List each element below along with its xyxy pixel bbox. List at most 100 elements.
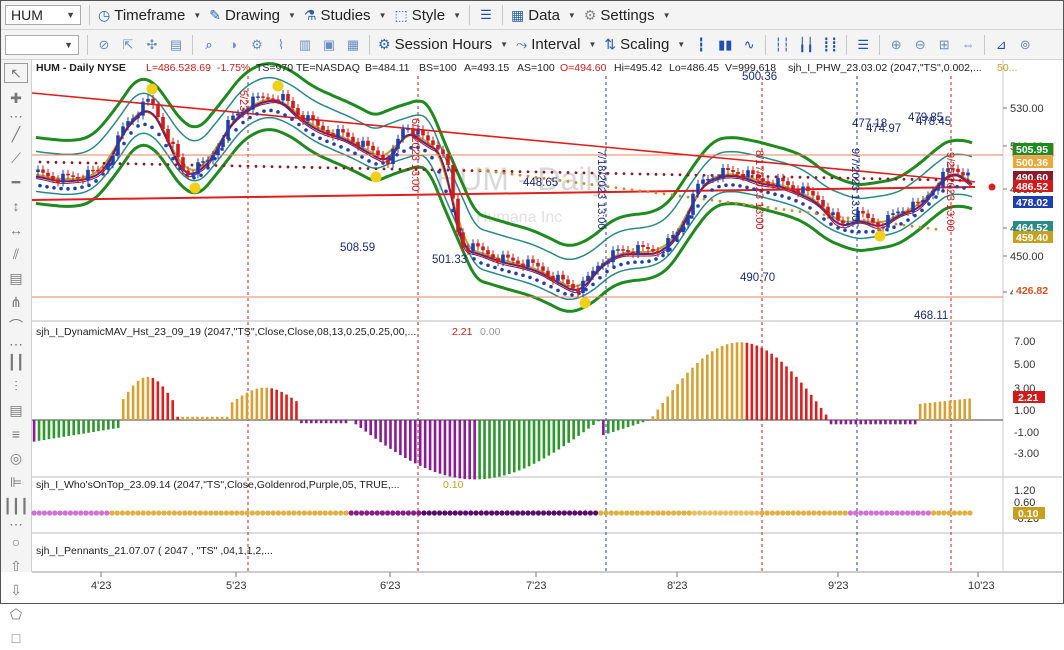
candle-body <box>186 170 190 176</box>
candle-body <box>516 260 520 264</box>
maroon-dot <box>70 161 74 165</box>
header-study-value: 50... <box>997 62 1017 74</box>
blue-dot <box>171 156 175 161</box>
maroon-dot <box>886 177 890 181</box>
whosontop-dot <box>270 510 276 516</box>
whosontop-dot <box>624 510 630 516</box>
histogram-bar <box>295 401 298 420</box>
candle-body <box>426 135 430 141</box>
whosontop-dot <box>806 510 812 516</box>
whosontop-dot <box>265 510 271 516</box>
histogram-badge: 2.21 <box>1018 392 1039 404</box>
pentagon-icon[interactable]: ⬠ <box>1 602 31 626</box>
histogram-bar <box>285 394 288 420</box>
whosontop-dot <box>951 510 958 516</box>
whosontop-dot <box>634 510 640 516</box>
histogram-bar <box>225 416 229 420</box>
whosontop-dot <box>749 510 755 516</box>
candle-body <box>236 113 240 116</box>
orange-dot <box>630 188 634 192</box>
whosontop-dot <box>130 510 136 516</box>
blue-dot <box>283 113 287 117</box>
candle-body <box>256 96 260 98</box>
candle-body <box>36 169 40 172</box>
candle-body <box>891 213 895 215</box>
candle-body <box>456 198 460 233</box>
candle-body <box>596 265 600 271</box>
histogram-bar <box>364 420 368 432</box>
histogram-bar <box>854 420 858 425</box>
blue-dot <box>241 120 245 125</box>
maroon-dot <box>526 170 530 174</box>
whosontop-dot <box>31 510 37 516</box>
whosontop-dot <box>837 510 843 516</box>
price-annotation: 501.33 <box>432 254 467 266</box>
date-label: 6/7/2023 13:00 <box>409 118 421 191</box>
whosontop-dot <box>863 510 869 516</box>
histogram-value-1: 2.21 <box>452 326 473 338</box>
blue-dot <box>724 183 728 188</box>
maroon-dot <box>102 161 106 165</box>
maroon-dot <box>862 177 866 180</box>
candle-body <box>441 149 445 154</box>
maroon-dot <box>822 176 826 180</box>
rectangle-icon[interactable]: □ <box>1 626 31 650</box>
orange-dot <box>798 210 802 214</box>
maroon-dot <box>566 171 570 174</box>
orange-dot <box>814 212 818 216</box>
whosontop-dot <box>551 510 557 516</box>
histogram-bar <box>453 420 457 478</box>
candle-body <box>361 140 365 147</box>
histogram-bar <box>354 420 358 425</box>
whosontop-dot <box>390 510 396 516</box>
orange-dot <box>910 224 914 228</box>
whosontop-dot <box>671 510 677 516</box>
candle-body <box>491 254 495 259</box>
candle-body <box>681 224 685 232</box>
candle-body <box>326 129 330 134</box>
histogram-bar <box>310 420 313 424</box>
maroon-dot <box>86 161 90 165</box>
header-ask: A=493.15 <box>464 62 509 74</box>
whosontop-dot <box>598 510 604 516</box>
candle-body <box>286 94 290 101</box>
whosontop-dot <box>369 510 375 516</box>
histogram-bar <box>305 420 308 424</box>
whosontop-dot <box>879 510 885 516</box>
current-price-dot <box>988 183 996 191</box>
maroon-dot <box>926 178 930 182</box>
whosontop-dot <box>41 510 48 516</box>
price-badge: 478.02 <box>1013 196 1053 209</box>
histogram-bar <box>527 420 531 467</box>
blue-dot <box>493 265 497 270</box>
histogram-bar <box>404 420 407 459</box>
candle-body <box>156 105 160 117</box>
blue-dot <box>850 229 854 234</box>
whosontop-axis[interactable]: 1.200.60-0.200.10 <box>1013 485 1045 525</box>
histogram-bar <box>958 399 962 420</box>
maroon-dot <box>358 167 362 170</box>
candle-body <box>546 270 550 276</box>
maroon-dot <box>134 162 138 166</box>
maroon-dot <box>510 170 514 173</box>
blue-dot <box>297 122 301 127</box>
whosontop-dot <box>416 510 422 516</box>
candle-body <box>921 200 925 203</box>
whosontop-dot <box>676 510 682 516</box>
maroon-dot <box>958 179 962 182</box>
blue-dot <box>591 282 595 287</box>
histogram-bar <box>102 420 105 431</box>
orange-dot <box>566 180 570 183</box>
histogram-bar <box>349 420 353 421</box>
whosontop-dot <box>962 510 968 516</box>
candle-body <box>211 155 215 161</box>
whosontop-dot <box>437 510 443 516</box>
blue-dot <box>773 192 777 197</box>
histogram-axis[interactable]: 7.005.003.001.00-1.00-3.002.21 <box>1013 336 1045 460</box>
chart-canvas[interactable]: HUM - Daily Humana Inc 508.59501.33448.6… <box>0 0 1064 604</box>
whosontop-dot <box>52 510 58 516</box>
time-axis[interactable]: 4'23 5'23 6'23 7'23 8'23 9'23 10'23 <box>91 572 995 592</box>
candle-body <box>271 98 275 100</box>
blue-dot <box>605 269 609 274</box>
blue-dot <box>570 293 574 297</box>
